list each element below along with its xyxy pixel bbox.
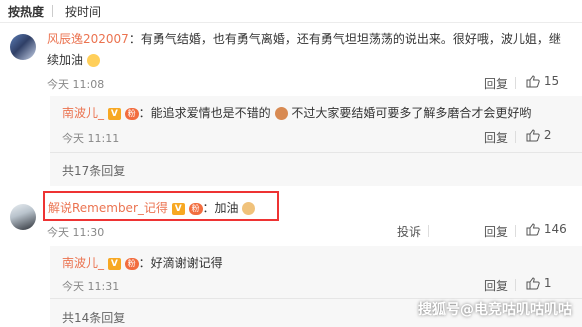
view-all-replies-link[interactable]: 共17条回复 (62, 162, 125, 179)
comment-text: 风辰逸202007：有勇气结婚，也有勇气离婚，还有勇气坦坦荡荡的说出来。很好哦，… (47, 30, 572, 48)
like-count: 146 (543, 222, 567, 236)
comment-text: 解说Remember_记得 V 粉：加油 (48, 199, 256, 216)
reply-time: 今天 11:11 (62, 132, 120, 145)
sort-by-hot-tab[interactable]: 按热度 (8, 3, 44, 20)
reply-username[interactable]: 南波儿_ (62, 106, 104, 120)
fan-badge-icon: 粉 (188, 202, 203, 215)
reply-thread: 南波儿_ V 粉：能追求爱情也是不错的 不过大家要结婚可要多了解多磨合才会更好哟… (50, 96, 582, 186)
comment-username[interactable]: 风辰逸202007 (47, 32, 129, 46)
sort-divider (52, 5, 53, 17)
action-divider (428, 225, 429, 237)
flex-arm-emoji-icon (242, 202, 256, 215)
thumb-up-icon (526, 75, 540, 88)
comment-time: 今天 11:30 (47, 226, 105, 239)
reply-body-cont: 不过大家要结婚可要多了解多磨合才会更好哟 (291, 106, 532, 120)
comment-body-cont: 续加油 (47, 53, 84, 67)
reply-time: 今天 11:31 (62, 280, 120, 293)
fan-badge-icon: 粉 (124, 107, 139, 120)
report-button[interactable]: 投诉 (397, 223, 421, 240)
thumb-up-icon (526, 223, 540, 236)
verified-v-icon: V (171, 202, 185, 215)
action-divider (515, 279, 516, 291)
like-button[interactable]: 2 (526, 128, 551, 142)
sort-bar: 按热度 按时间 (0, 0, 582, 23)
reply-button[interactable]: 回复 (484, 129, 508, 146)
reply-body: ：好滴谢谢记得 (138, 256, 223, 270)
like-count: 15 (543, 74, 560, 88)
avatar[interactable] (10, 204, 36, 230)
comment-username[interactable]: 解说Remember_记得 (48, 201, 168, 215)
reply-text: 南波儿_ V 粉：好滴谢谢记得 (62, 254, 223, 271)
reply-username[interactable]: 南波儿_ (62, 256, 104, 270)
comment-time: 今天 11:08 (47, 78, 105, 91)
thumb-up-icon (526, 129, 540, 142)
reply-button[interactable]: 回复 (484, 75, 508, 92)
watermark: 搜狐号@电竞咕叽咕叽咕 (418, 302, 572, 318)
like-button[interactable]: 1 (526, 276, 551, 290)
view-all-replies-link[interactable]: 共14条回复 (62, 309, 125, 326)
like-button[interactable]: 15 (526, 74, 559, 88)
thumb-up-icon (526, 277, 540, 290)
like-count: 2 (543, 128, 552, 142)
verified-v-icon: V (107, 107, 121, 120)
fan-badge-icon: 粉 (124, 257, 139, 270)
verified-v-icon: V (107, 257, 121, 270)
avatar[interactable] (10, 34, 36, 60)
reply-button[interactable]: 回复 (484, 277, 508, 294)
action-divider (515, 225, 516, 237)
comment-body: ：加油 (202, 201, 239, 215)
grin-emoji-icon (86, 54, 100, 67)
comment-body: ：有勇气结婚，也有勇气离婚，还有勇气坦坦荡荡的说出来。很好哦，波儿姐，继 (128, 32, 561, 46)
reply-text: 南波儿_ V 粉：能追求爱情也是不错的 不过大家要结婚可要多了解多磨合才会更好哟 (62, 104, 531, 121)
sort-by-time-tab[interactable]: 按时间 (65, 3, 101, 20)
like-button[interactable]: 146 (526, 222, 567, 236)
reply-button[interactable]: 回复 (484, 223, 508, 240)
reply-body: ：能追求爱情也是不错的 (138, 106, 271, 120)
comment-text-cont: 续加油 (47, 51, 100, 68)
divider (50, 152, 582, 153)
action-divider (515, 77, 516, 89)
like-count: 1 (543, 276, 552, 290)
action-divider (515, 131, 516, 143)
dog-emoji-icon (274, 107, 288, 120)
